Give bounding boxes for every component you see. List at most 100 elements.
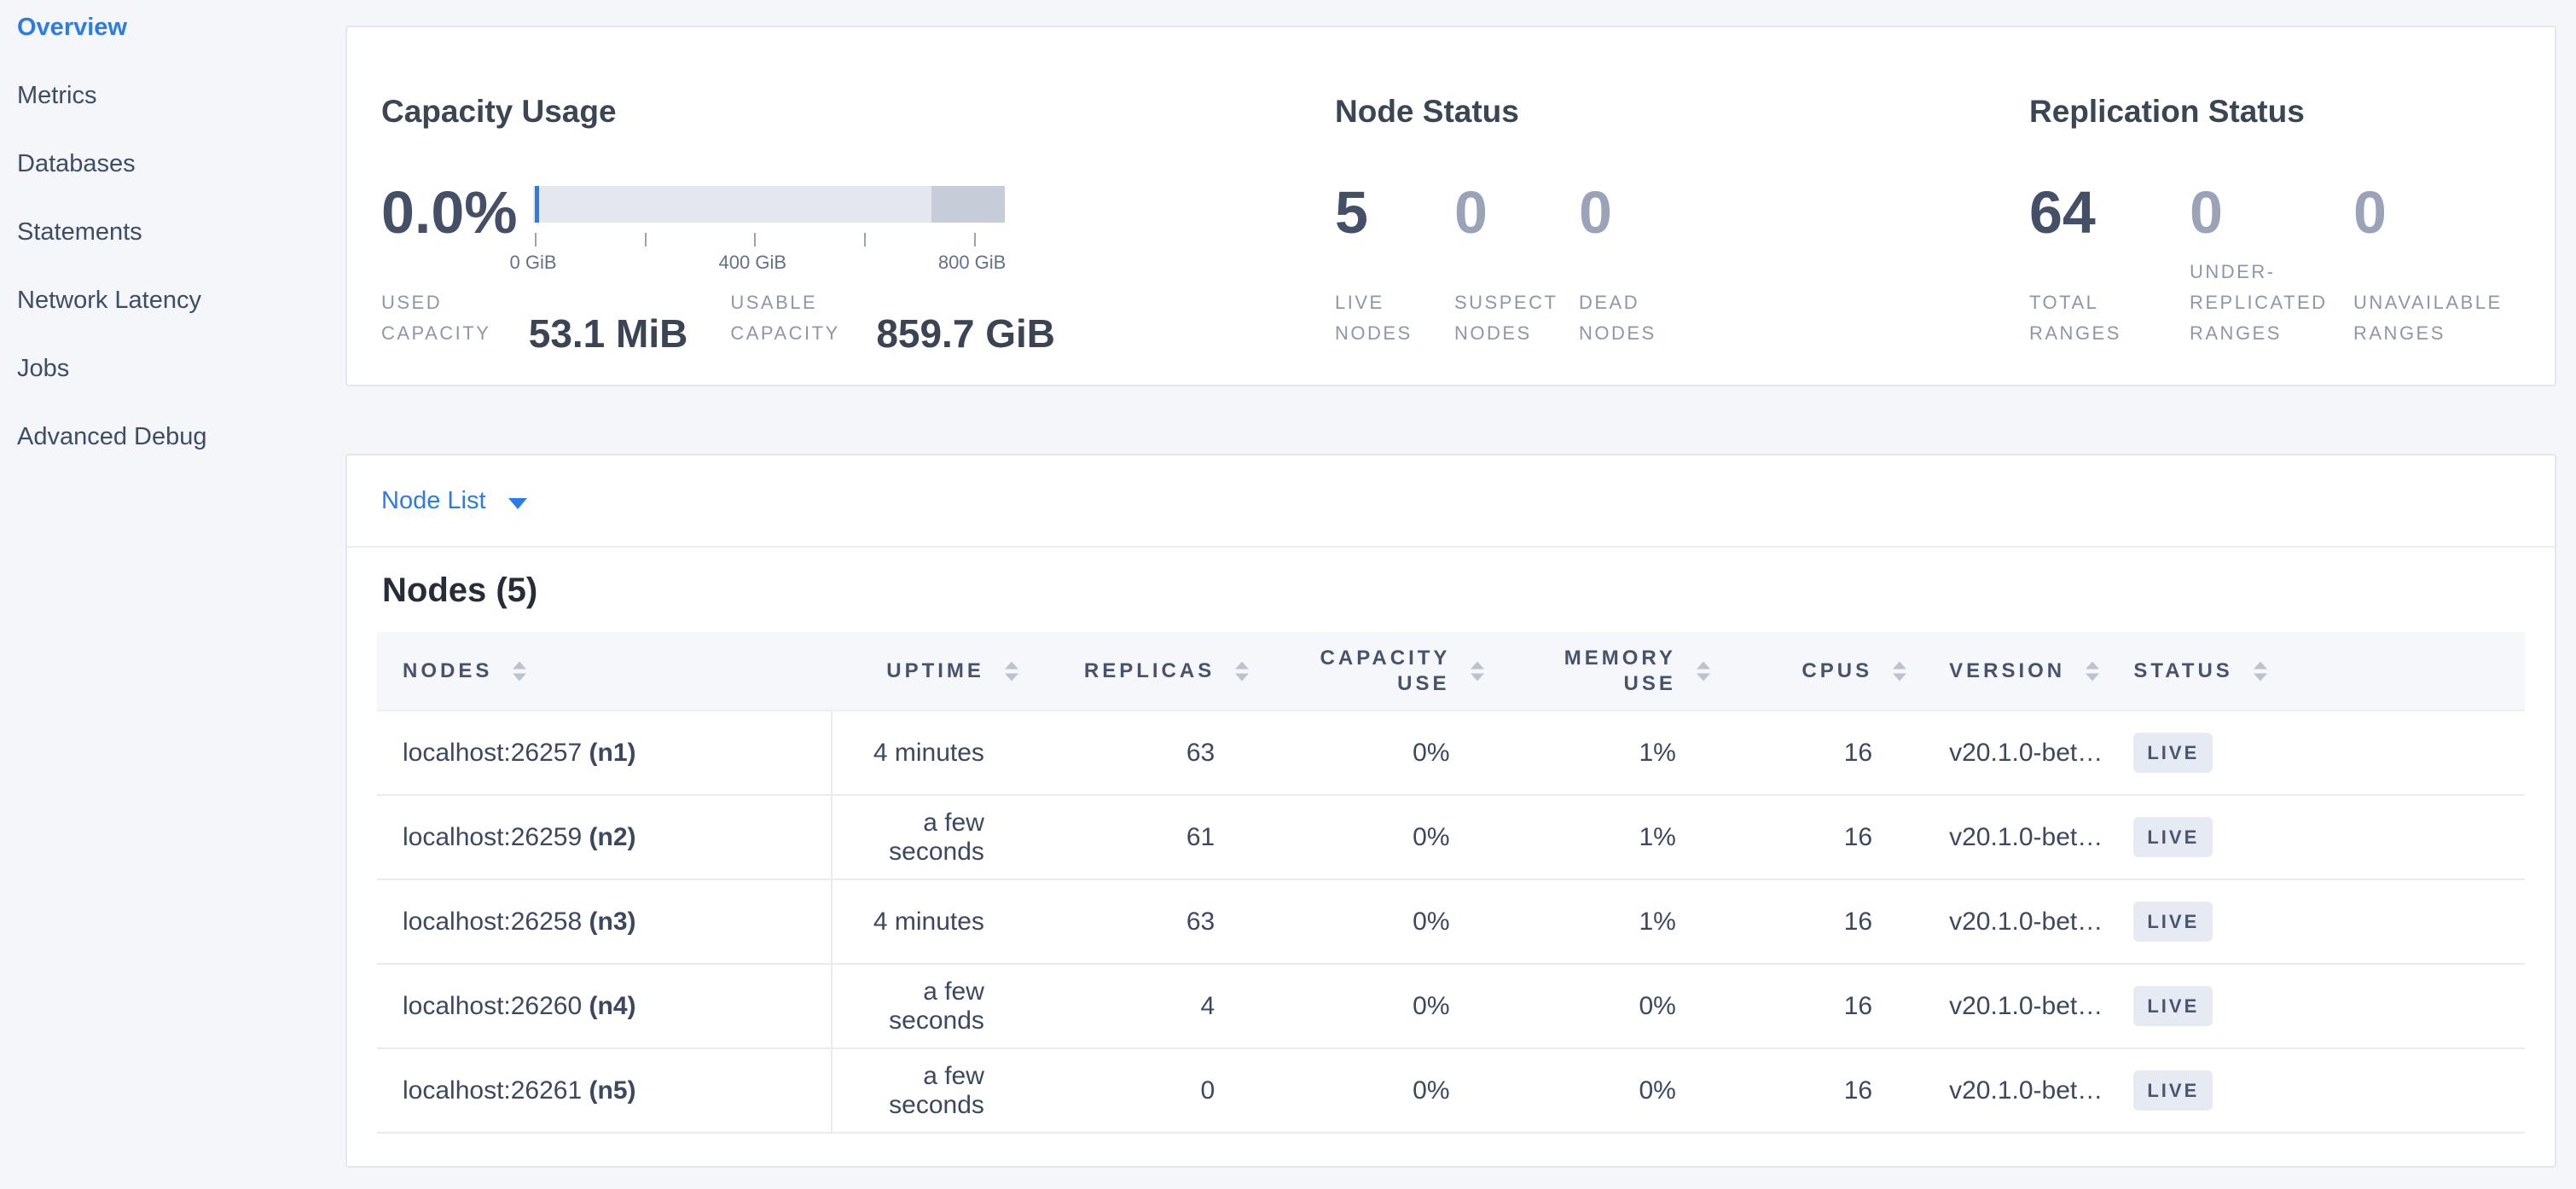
main-content: Capacity Usage 0.0% 0 GiB400 GiB800 GiB … <box>345 0 2556 1168</box>
node-list-card: Node List Nodes (5) NODES UPTIME REPLICA… <box>345 454 2556 1168</box>
node-replicas: 63 <box>1039 710 1269 795</box>
sidebar-item-metrics[interactable]: Metrics <box>0 68 345 136</box>
node-status-section: Node Status 5 LIVE NODES 0 SUSPECT NODES… <box>1335 27 1932 385</box>
usable-capacity-label: USABLE CAPACITY <box>730 287 852 349</box>
node-id: (n5) <box>589 1076 636 1105</box>
table-row-node-3[interactable]: localhost:26258 (n3) 4 minutes 63 0% 1% … <box>377 879 2525 964</box>
node-capacity-use: 0% <box>1269 964 1504 1048</box>
axis-tick-label: 400 GiB <box>719 252 787 274</box>
cluster-summary-card: Capacity Usage 0.0% 0 GiB400 GiB800 GiB … <box>345 26 2556 386</box>
sidebar-item-overview[interactable]: Overview <box>0 0 345 68</box>
sidebar-item-advanced-debug[interactable]: Advanced Debug <box>0 409 345 478</box>
dead-nodes-label: DEAD NODES <box>1579 287 1673 349</box>
unavailable-ranges-value: 0 <box>2353 179 2558 246</box>
node-list-dropdown-label: Node List <box>381 487 486 515</box>
column-header-replicas[interactable]: REPLICAS <box>1039 632 1269 710</box>
status-badge: LIVE <box>2133 902 2213 942</box>
usable-capacity-stat: USABLE CAPACITY 859.7 GiB <box>730 287 1055 349</box>
axis-tick <box>535 233 537 246</box>
chevron-down-icon <box>508 498 527 509</box>
sidebar-item-jobs[interactable]: Jobs <box>0 341 345 409</box>
usable-capacity-value: 859.7 GiB <box>876 314 1055 353</box>
dead-nodes-metric: 0 DEAD NODES <box>1579 179 1707 349</box>
node-address: localhost:26257 <box>403 739 582 767</box>
node-list-dropdown[interactable]: Node List <box>381 487 527 515</box>
node-capacity-use: 0% <box>1269 879 1504 964</box>
suspect-nodes-value: 0 <box>1454 179 1579 246</box>
node-cpus: 16 <box>1731 710 1927 795</box>
node-list-dropdown-row: Node List <box>347 455 2555 548</box>
live-nodes-value: 5 <box>1335 179 1454 246</box>
used-capacity-value: 53.1 MiB <box>529 314 688 353</box>
node-cpus: 16 <box>1731 964 1927 1048</box>
table-row-node-4[interactable]: localhost:26260 (n4) a few seconds 4 0% … <box>377 964 2525 1048</box>
under-replicated-ranges-label: UNDER-REPLICATED RANGES <box>2190 257 2352 349</box>
node-memory-use: 1% <box>1505 795 1731 879</box>
node-memory-use: 0% <box>1505 1048 1731 1133</box>
node-replicas: 4 <box>1039 964 1269 1048</box>
capacity-bar-chart: 0 GiB400 GiB800 GiB <box>533 179 1005 277</box>
column-header-nodes[interactable]: NODES <box>377 632 832 710</box>
sidebar-item-databases[interactable]: Databases <box>0 136 345 205</box>
table-header-row: NODES UPTIME REPLICAS CAPACITY USE MEMOR… <box>377 632 2525 710</box>
axis-tick-label: 0 GiB <box>509 252 556 274</box>
capacity-stats: USED CAPACITY 53.1 MiB USABLE CAPACITY 8… <box>381 287 1055 349</box>
used-capacity-stat: USED CAPACITY 53.1 MiB <box>381 287 688 349</box>
node-id: (n2) <box>589 823 636 851</box>
axis-tick-label: 800 GiB <box>938 252 1007 274</box>
total-ranges-value: 64 <box>2029 179 2190 246</box>
node-id: (n1) <box>589 739 636 767</box>
column-header-uptime[interactable]: UPTIME <box>832 632 1039 710</box>
axis-tick <box>645 233 647 246</box>
sort-icon <box>1893 661 1906 681</box>
node-cpus: 16 <box>1731 879 1927 964</box>
node-cpus: 16 <box>1731 795 1927 879</box>
total-ranges-label: TOTAL RANGES <box>2029 287 2132 349</box>
node-memory-use: 0% <box>1505 964 1731 1048</box>
table-row-node-1[interactable]: localhost:26257 (n1) 4 minutes 63 0% 1% … <box>377 710 2525 795</box>
capacity-bar-reserved-segment <box>931 186 1005 223</box>
sort-icon <box>1697 661 1710 681</box>
node-replicas: 0 <box>1039 1048 1269 1133</box>
under-replicated-ranges-value: 0 <box>2190 179 2353 246</box>
sidebar-item-statements[interactable]: Statements <box>0 205 345 273</box>
node-id: (n4) <box>589 992 636 1020</box>
node-capacity-use: 0% <box>1269 1048 1504 1133</box>
sort-icon <box>2086 661 2099 681</box>
nodes-table: NODES UPTIME REPLICAS CAPACITY USE MEMOR… <box>377 632 2525 1134</box>
column-header-version[interactable]: VERSION <box>1927 632 2110 710</box>
node-version: v20.1.0-bet… <box>1927 964 2110 1048</box>
node-status-title: Node Status <box>1335 94 1932 130</box>
column-header-status[interactable]: STATUS <box>2110 632 2525 710</box>
node-cpus: 16 <box>1731 1048 1927 1133</box>
replication-status-title: Replication Status <box>2029 94 2576 130</box>
table-row-node-2[interactable]: localhost:26259 (n2) a few seconds 61 0%… <box>377 795 2525 879</box>
axis-tick <box>754 233 756 246</box>
status-badge: LIVE <box>2133 733 2213 773</box>
column-header-cpus[interactable]: CPUS <box>1731 632 1927 710</box>
column-header-capacity-use[interactable]: CAPACITY USE <box>1269 632 1504 710</box>
sidebar-item-network-latency[interactable]: Network Latency <box>0 273 345 341</box>
capacity-usage-section: Capacity Usage 0.0% 0 GiB400 GiB800 GiB … <box>381 27 1055 385</box>
nodes-count-title: Nodes (5) <box>382 571 2525 610</box>
sort-icon <box>513 661 526 681</box>
node-address: localhost:26258 <box>403 908 582 936</box>
live-nodes-metric: 5 LIVE NODES <box>1335 179 1454 349</box>
under-replicated-ranges-metric: 0 UNDER-REPLICATED RANGES <box>2190 179 2353 349</box>
capacity-bar-track <box>533 186 1005 223</box>
node-version: v20.1.0-bet… <box>1927 710 2110 795</box>
column-header-memory-use[interactable]: MEMORY USE <box>1505 632 1731 710</box>
node-id: (n3) <box>589 908 636 936</box>
node-address: localhost:26261 <box>403 1076 582 1105</box>
used-capacity-label: USED CAPACITY <box>381 287 505 349</box>
nodes-section: Nodes (5) NODES UPTIME REPLICAS CAPACITY… <box>347 571 2555 1166</box>
node-version: v20.1.0-bet… <box>1927 879 2110 964</box>
node-memory-use: 1% <box>1505 879 1731 964</box>
table-row-node-5[interactable]: localhost:26261 (n5) a few seconds 0 0% … <box>377 1048 2525 1133</box>
node-replicas: 61 <box>1039 795 1269 879</box>
sort-icon <box>1235 661 1249 681</box>
node-capacity-use: 0% <box>1269 710 1504 795</box>
sidebar: Overview Metrics Databases Statements Ne… <box>0 0 345 1189</box>
axis-tick <box>974 233 976 246</box>
node-memory-use: 1% <box>1505 710 1731 795</box>
